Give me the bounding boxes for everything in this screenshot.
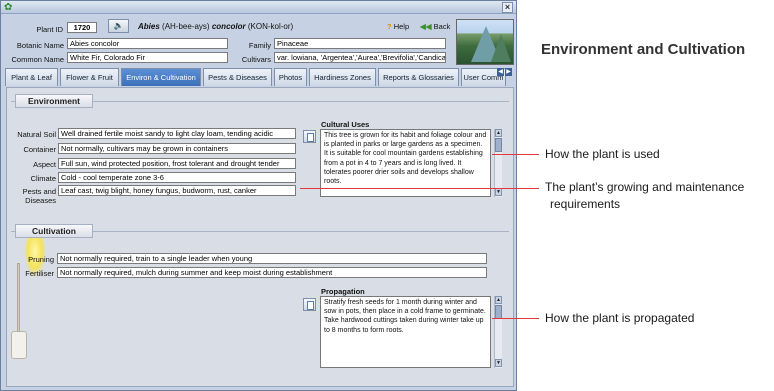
pests-diseases-field[interactable]: Leaf cast, twig blight, honey fungus, bu…: [58, 185, 296, 196]
plant-id-label: Plant ID: [36, 25, 63, 34]
help-link[interactable]: ? Help: [387, 22, 409, 31]
aspect-field[interactable]: Full sun, wind protected position, frost…: [58, 158, 296, 169]
tab-reports-glossaries[interactable]: Reports & Glossaries: [378, 68, 459, 86]
scroll-thumb[interactable]: [495, 305, 502, 319]
common-name-field[interactable]: White Fir, Colorado Fir: [67, 52, 228, 63]
pests-diseases-label: Pests and: [22, 187, 56, 196]
botanic-name-label: Botanic Name: [16, 41, 64, 50]
tab-bar: Plant & Leaf Flower & Fruit Environ & Cu…: [4, 68, 515, 87]
scroll-thumb[interactable]: [495, 138, 502, 152]
speaker-icon: 🔈: [113, 21, 124, 30]
cultural-uses-textarea[interactable]: This tree is grown for its habit and fol…: [320, 129, 491, 197]
propagation-edit-icon[interactable]: [303, 298, 316, 311]
tab-photos[interactable]: Photos: [274, 68, 307, 86]
callout-line-growing: [300, 188, 539, 189]
pests-diseases-label-2: Diseases: [25, 196, 56, 205]
environment-cultivation-panel: Environment Natural Soil Well drained fe…: [6, 87, 514, 387]
propagation-scrollbar[interactable]: ▲ ▼: [494, 296, 502, 368]
pruning-field[interactable]: Not normally required, train to a single…: [57, 253, 487, 264]
natural-soil-field[interactable]: Well drained fertile moist sandy to ligh…: [58, 128, 296, 139]
help-icon: ?: [387, 22, 392, 31]
cultural-uses-scrollbar[interactable]: ▲ ▼: [494, 129, 502, 197]
plant-thumbnail-photo[interactable]: [456, 19, 514, 65]
aspect-label: Aspect: [33, 160, 56, 169]
tab-environ-cultivation[interactable]: Environ & Cultivation: [121, 68, 201, 86]
scroll-up-arrow-icon[interactable]: ▲: [495, 296, 502, 304]
back-link[interactable]: ◀◀ Back: [420, 22, 450, 31]
stage: ✿ × Plant ID 1720 🔈 Abies (AH-bee-ays) c…: [0, 0, 774, 391]
container-label: Container: [23, 145, 56, 154]
climate-label: Climate: [30, 174, 56, 183]
tab-hardiness-zones[interactable]: Hardiness Zones: [309, 68, 376, 86]
annotation-used: How the plant is used: [545, 147, 660, 161]
tab-scroll-right-icon[interactable]: ▶: [505, 68, 512, 76]
title-bar: ✿ ×: [1, 1, 516, 14]
plant-id-field[interactable]: 1720: [67, 22, 97, 33]
cultivars-field[interactable]: var. lowiana, 'Argentea','Aurea','Brevif…: [274, 52, 446, 63]
propagation-textarea[interactable]: Stratify fresh seeds for 1 month during …: [320, 296, 491, 368]
tab-pests-diseases[interactable]: Pests & Diseases: [203, 68, 272, 86]
propagation-label: Propagation: [321, 287, 365, 296]
cultural-uses-label: Cultural Uses: [321, 120, 370, 129]
thermometer-illustration: [10, 257, 28, 361]
tab-plant-leaf[interactable]: Plant & Leaf: [5, 68, 58, 86]
callout-line-used: [492, 154, 539, 155]
environment-heading: Environment: [15, 94, 93, 108]
close-button[interactable]: ×: [502, 2, 513, 13]
callout-line-propagated: [492, 318, 539, 319]
species-name: Abies (AH-bee-ays) concolor (KON-kol-or): [138, 22, 294, 31]
fertiliser-field[interactable]: Not normally required, mulch during summ…: [57, 267, 487, 278]
propagation-text-1: Stratify fresh seeds for 1 month during …: [324, 299, 486, 316]
container-field[interactable]: Not normally, cultivars may be grown in …: [58, 143, 296, 154]
tab-flower-fruit[interactable]: Flower & Fruit: [60, 68, 119, 86]
annotation-growing: The plant’s growing and maintenance: [545, 180, 745, 194]
pronounce-speaker-button[interactable]: 🔈: [108, 19, 129, 33]
natural-soil-label: Natural Soil: [17, 130, 56, 139]
family-field[interactable]: Pinaceae: [274, 38, 446, 49]
app-window: ✿ × Plant ID 1720 🔈 Abies (AH-bee-ays) c…: [0, 0, 517, 391]
propagation-text-2: Take hardwood cuttings taken during wint…: [324, 317, 484, 334]
common-name-label: Common Name: [11, 55, 64, 64]
cultural-uses-edit-icon[interactable]: [303, 130, 316, 143]
climate-field[interactable]: Cold - cool temperate zone 3-6: [58, 172, 296, 183]
back-arrow-icon: ◀◀: [420, 22, 432, 31]
annotation-title: Environment and Cultivation: [541, 41, 746, 58]
cultivation-heading: Cultivation: [15, 224, 93, 238]
annotation-propagated: How the plant is propagated: [545, 311, 695, 325]
tab-scroll-left-icon[interactable]: ◀: [497, 68, 504, 76]
scroll-up-arrow-icon[interactable]: ▲: [495, 129, 502, 137]
botanic-name-field[interactable]: Abies concolor: [67, 38, 228, 49]
annotation-growing-2: requirements: [550, 197, 621, 211]
cultivars-label: Cultivars: [241, 55, 271, 64]
scroll-down-arrow-icon[interactable]: ▼: [495, 359, 502, 367]
family-label: Family: [248, 41, 271, 50]
app-leaf-icon: ✿: [4, 2, 13, 13]
scroll-down-arrow-icon[interactable]: ▼: [495, 188, 502, 196]
